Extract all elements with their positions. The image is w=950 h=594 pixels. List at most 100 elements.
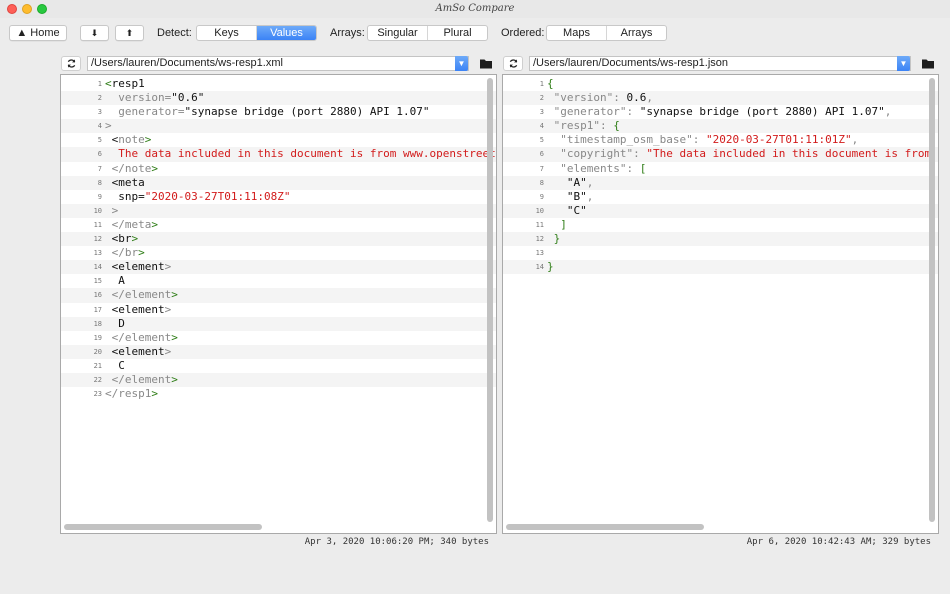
arrays-singular-segment[interactable]: Singular: [368, 26, 428, 40]
code-token: >: [131, 232, 139, 246]
right-document-panel[interactable]: 1{2 "version": 0.6, 3 "generator": "synap…: [502, 74, 939, 534]
left-horizontal-scrollbar[interactable]: [64, 524, 262, 530]
chevron-down-icon: ▼: [899, 59, 908, 68]
code-line: 3 "generator": "synapse bridge (port 288…: [503, 105, 938, 119]
code-token: </element: [105, 372, 172, 386]
right-path-field[interactable]: /Users/lauren/Documents/ws-resp1.json ▼: [529, 56, 911, 71]
left-folder-icon[interactable]: [479, 57, 493, 70]
left-path-dropdown-button[interactable]: ▼: [455, 56, 468, 71]
code-line: 5 <note>: [61, 133, 496, 147]
arrays-label: Arrays:: [330, 27, 365, 39]
code-token: >: [164, 260, 172, 274]
right-code-view: 1{2 "version": 0.6, 3 "generator": "synap…: [503, 77, 938, 275]
line-number: 11: [535, 220, 544, 229]
line-code: "C": [547, 204, 587, 218]
code-token: <br: [105, 232, 132, 246]
arrays-segmented-control: Singular Plural: [367, 25, 488, 41]
code-token: >: [151, 387, 158, 401]
line-number: 17: [93, 305, 102, 314]
detect-keys-segment[interactable]: Keys: [197, 26, 257, 40]
code-token: [: [639, 161, 647, 175]
ordered-maps-segment[interactable]: Maps: [547, 26, 607, 40]
code-token: "B": [547, 189, 587, 203]
arrow-up-icon: ⬆: [125, 28, 134, 38]
arrays-plural-segment[interactable]: Plural: [428, 26, 487, 40]
line-code: "version": 0.6,: [547, 91, 653, 105]
line-number: 2: [97, 94, 102, 103]
code-token: "version":: [547, 91, 627, 105]
code-token: >: [164, 302, 172, 316]
code-line: 6 The data included in this document is …: [61, 147, 496, 162]
code-line: 17 <element>: [61, 303, 496, 317]
code-token: >: [151, 217, 158, 231]
left-vertical-scrollbar[interactable]: [487, 78, 493, 522]
right-vertical-scrollbar[interactable]: [929, 78, 935, 522]
ordered-arrays-segment[interactable]: Arrays: [607, 26, 666, 40]
line-code: version="0.6": [105, 91, 204, 105]
left-code-view: 1 <resp1 2 version="0.6" 3 generator="synap…: [61, 77, 496, 401]
right-file-status: Apr 6, 2020 10:42:43 AM; 329 bytes: [746, 537, 931, 547]
line-number: 1: [97, 80, 102, 88]
code-token: "2020-03-27T01:11:08Z": [144, 189, 291, 203]
code-line: 9 snp="2020-03-27T01:11:08Z": [61, 190, 496, 204]
code-line: 23 </resp1>: [61, 387, 496, 401]
next-difference-button[interactable]: ⬇: [80, 25, 109, 41]
code-token: "synapse bridge (port 2880) API 1.07": [184, 105, 430, 119]
code-token: ]: [547, 217, 567, 231]
chevron-down-icon: ▼: [457, 59, 466, 68]
line-number: 12: [535, 235, 544, 244]
code-token: "resp1":: [547, 119, 614, 133]
code-line: 10 >: [61, 203, 496, 218]
previous-difference-button[interactable]: ⬆: [115, 25, 144, 41]
line-code: D: [105, 317, 125, 331]
line-number: 11: [93, 220, 102, 229]
code-line: 1{: [503, 77, 938, 91]
line-code: "B",: [547, 189, 594, 204]
left-reload-button[interactable]: [61, 56, 81, 71]
code-token: ,: [851, 133, 859, 147]
code-token: {: [613, 119, 620, 133]
code-line: 11 </meta>: [61, 218, 496, 232]
line-number: 19: [93, 333, 102, 342]
code-token: >: [105, 203, 119, 217]
code-line: 1 <resp1: [61, 77, 496, 91]
code-token: A: [105, 274, 125, 288]
code-token: >: [138, 246, 145, 260]
line-code: <element>: [105, 260, 172, 274]
right-horizontal-scrollbar[interactable]: [506, 524, 704, 530]
home-button[interactable]: ▲ Home: [9, 25, 67, 41]
right-path-dropdown-button[interactable]: ▼: [897, 56, 910, 71]
line-code: </br>: [105, 246, 145, 260]
line-number: 15: [93, 277, 102, 286]
code-line: 14 <element>: [61, 260, 496, 275]
line-code: </resp1>: [105, 387, 158, 401]
code-line: 2 "version": 0.6,: [503, 91, 938, 106]
line-number: 10: [93, 206, 102, 215]
line-number: 1: [539, 80, 544, 88]
line-code: </element>: [105, 331, 178, 345]
code-token: "0.6": [171, 91, 205, 105]
code-token: "A": [547, 175, 587, 189]
reload-icon: [509, 59, 517, 68]
code-token: </element: [105, 330, 172, 344]
line-code: "resp1": {: [547, 119, 620, 133]
line-code: "copyright": "The data included in this …: [547, 147, 931, 161]
detect-values-segment[interactable]: Values: [257, 26, 316, 40]
code-line: 7 </note>: [61, 162, 496, 176]
code-token: <element: [105, 344, 165, 358]
code-line: 8 <meta: [61, 175, 496, 190]
code-token: ,: [586, 189, 594, 203]
left-path-field[interactable]: /Users/lauren/Documents/ws-resp1.xml ▼: [87, 56, 469, 71]
line-number: 5: [97, 136, 102, 145]
line-number: 18: [93, 319, 102, 328]
right-reload-button[interactable]: [503, 56, 523, 71]
code-token: </meta: [105, 217, 152, 231]
left-document-panel[interactable]: 1 <resp1 2 version="0.6" 3 generator="synap…: [60, 74, 497, 534]
code-line: 12 }: [503, 232, 938, 247]
code-token: resp1: [111, 77, 145, 90]
line-code: ]: [547, 218, 567, 232]
line-code: "A",: [547, 175, 594, 190]
code-token: >: [105, 119, 112, 133]
right-folder-icon[interactable]: [921, 57, 935, 70]
code-token: C: [105, 358, 125, 372]
